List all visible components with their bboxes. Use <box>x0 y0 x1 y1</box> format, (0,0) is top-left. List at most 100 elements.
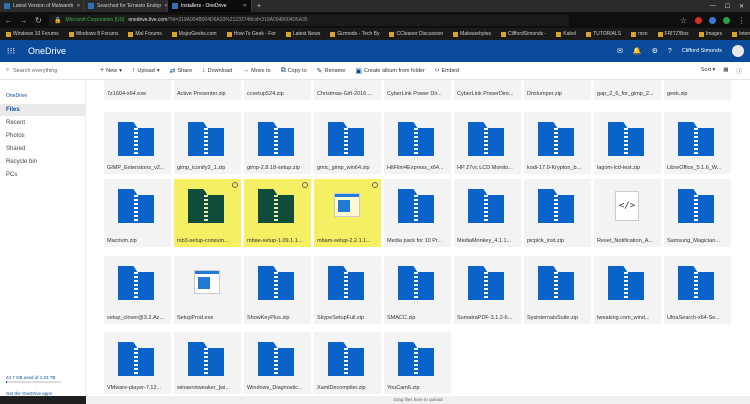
file-tile[interactable]: lagom-lcd-test.zip <box>594 112 661 174</box>
bookmark-item[interactable]: FRITZ!Box <box>657 31 689 37</box>
bookmark-item[interactable]: Gizmodo - Tech By <box>330 31 379 37</box>
close-window-icon[interactable]: ✕ <box>739 3 744 10</box>
bookmark-item[interactable]: Latest News <box>285 31 320 37</box>
extension-icon[interactable] <box>695 16 702 24</box>
file-tile[interactable]: Macrium.zip <box>104 179 171 247</box>
command-share[interactable]: ⇄ Share <box>170 67 193 75</box>
bookmark-item[interactable]: Windows 10 Forums <box>6 31 59 37</box>
extension-icon[interactable] <box>723 16 730 24</box>
command-create-album-from-folder[interactable]: ▣ Create album from folder <box>355 67 424 75</box>
file-tile[interactable]: Samsung_Magician... <box>664 179 731 247</box>
search-input[interactable]: Search everything <box>13 68 57 74</box>
maximize-icon[interactable]: ☐ <box>725 3 730 10</box>
notifications-icon[interactable]: 🔔 <box>633 47 642 55</box>
file-tile[interactable]: mb3-setup-consum... <box>174 179 241 247</box>
file-tile[interactable]: SkypeSetupFull.zip <box>314 256 381 324</box>
sidebar-item-recent[interactable]: Recent <box>6 117 84 129</box>
browser-tab[interactable]: Latest Version of Malwareb ✕ <box>0 0 84 12</box>
select-checkbox[interactable] <box>372 182 378 188</box>
bookmark-item[interactable]: CliffordSimonds - <box>501 31 546 37</box>
command-rename[interactable]: ✎ Rename <box>317 67 346 75</box>
close-tab-icon[interactable]: ✕ <box>243 3 247 9</box>
file-tile[interactable]: Christmas-Gift-2016.... <box>314 80 381 100</box>
star-icon[interactable]: ☆ <box>679 16 688 25</box>
file-tile[interactable]: YouCam6.zip <box>384 332 451 394</box>
forward-icon[interactable]: → <box>19 16 28 25</box>
sidebar-title[interactable]: OneDrive <box>6 93 27 99</box>
file-tile[interactable]: gmic_gimp_win64.zip <box>314 112 381 174</box>
file-tile[interactable]: geek.zip <box>664 80 731 100</box>
app-launcher-icon[interactable]: ⁝⁝⁝ <box>0 40 22 62</box>
storage-usage[interactable]: 24.7 GB used of 1.03 TB <box>6 375 55 380</box>
file-tile[interactable]: SumatraPDF-3.1.2-6... <box>454 256 521 324</box>
user-name[interactable]: Clifford Simonds <box>682 48 722 54</box>
bookmark-item[interactable]: CCleaner Discussion <box>389 31 443 37</box>
command-copy-to[interactable]: ⧉ Copy to <box>281 67 307 75</box>
command-new[interactable]: + New ▾ <box>100 67 122 74</box>
close-tab-icon[interactable]: ✕ <box>76 3 80 9</box>
file-tile[interactable]: CyberLink Power Dir... <box>384 80 451 100</box>
new-tab-button[interactable]: + <box>252 3 266 10</box>
back-icon[interactable]: ← <box>4 16 13 25</box>
file-tile[interactable]: mbam-setup-2.2.1.1... <box>314 179 381 247</box>
file-tile[interactable]: VMware-player-7.12... <box>104 332 171 394</box>
chat-icon[interactable]: ✉ <box>617 47 623 55</box>
bookmark-item[interactable]: msn <box>631 31 648 37</box>
file-tile[interactable]: mbae-setup-1.09.1.1... <box>244 179 311 247</box>
file-tile[interactable]: SMACC.zip <box>384 256 451 324</box>
file-tile[interactable]: tweaking.com_wind... <box>594 256 661 324</box>
file-tile[interactable]: CyberLink PowerDire... <box>454 80 521 100</box>
file-tile[interactable]: MediaMonkey_4.1.1... <box>454 179 521 247</box>
file-tile[interactable]: Dnslumper.zip <box>524 80 591 100</box>
file-tile[interactable]: Windows_Diagnostic... <box>244 332 311 394</box>
file-tile[interactable]: setup_clover@3.2.Az... <box>104 256 171 324</box>
sidebar-item-photos[interactable]: Photos <box>6 130 84 142</box>
file-tile[interactable]: gimp_iconify2_1.zip <box>174 112 241 174</box>
bookmark-item[interactable]: Internet Archive <box>732 31 750 37</box>
file-tile[interactable]: GIMP_Extensions_v2... <box>104 112 171 174</box>
file-tile[interactable]: winaerotweaker_[wi... <box>174 332 241 394</box>
file-tile[interactable]: 7z1604-x64.exe <box>104 80 171 100</box>
file-tile[interactable]: XamlDecompiler.zip <box>314 332 381 394</box>
get-apps-link[interactable]: Get the OneDrive apps <box>6 391 52 396</box>
file-tile[interactable]: ShowKeyPlus.zip <box>244 256 311 324</box>
command-embed[interactable]: ‹› Embed <box>435 67 459 74</box>
file-tile[interactable]: ccsetup524.zip <box>244 80 311 100</box>
info-icon[interactable]: ⓘ <box>736 67 742 75</box>
file-tile[interactable]: HP 27vc LCD Monito... <box>454 112 521 174</box>
bookmark-item[interactable]: MajorGeeks.com <box>171 31 217 37</box>
command-download[interactable]: ↓ Download <box>202 67 232 74</box>
minimize-icon[interactable]: — <box>710 3 716 9</box>
sort-button[interactable]: Sort ▾ <box>701 67 715 75</box>
command-upload[interactable]: ↑ Upload ▾ <box>132 67 160 74</box>
search-box[interactable]: ⌕ Search everything <box>0 62 90 80</box>
refresh-icon[interactable]: ↻ <box>34 16 43 25</box>
avatar[interactable] <box>732 45 744 57</box>
extension-icon[interactable] <box>709 16 716 24</box>
gear-icon[interactable]: ⚙ <box>652 47 658 55</box>
file-tile[interactable]: Media pack for 10 Pr... <box>384 179 451 247</box>
bookmark-item[interactable]: Mal Forums <box>128 31 162 37</box>
bookmark-item[interactable]: Kabel <box>556 31 576 37</box>
brand-title[interactable]: OneDrive <box>28 46 66 56</box>
browser-tab[interactable]: Searched for 'Ernesto Endop ✕ <box>84 0 168 12</box>
bookmark-item[interactable]: How-To Geek - For <box>226 31 276 37</box>
file-tile[interactable]: picpick_inst.zip <box>524 179 591 247</box>
url-input[interactable]: 🔒 Microsoft Corporation [US] onedrive.li… <box>49 14 569 26</box>
command-move-to[interactable]: → Move to <box>242 67 271 74</box>
file-tile[interactable]: SetupProd.exe <box>174 256 241 324</box>
file-tile[interactable]: gimp-2.8.18-setup.zip <box>244 112 311 174</box>
file-tile[interactable]: SysinternalsSuite.zip <box>524 256 591 324</box>
menu-icon[interactable]: ⋮ <box>737 16 746 25</box>
file-tile[interactable]: Active Presenter.zip <box>174 80 241 100</box>
select-checkbox[interactable] <box>302 182 308 188</box>
file-tile[interactable]: gap_2_6_for_gimp_2... <box>594 80 661 100</box>
bookmark-item[interactable]: TUTORIALS <box>586 31 621 37</box>
file-tile[interactable]: kodi-17.0-Krypton_b... <box>524 112 591 174</box>
browser-tab-active[interactable]: Installers - OneDrive ✕ <box>168 0 252 12</box>
sidebar-item-pcs[interactable]: PCs <box>6 169 84 181</box>
help-icon[interactable]: ? <box>668 48 672 55</box>
file-tile[interactable]: LibreOffice_5.1.6_W... <box>664 112 731 174</box>
select-checkbox[interactable] <box>232 182 238 188</box>
bookmark-item[interactable]: Images <box>698 31 722 37</box>
